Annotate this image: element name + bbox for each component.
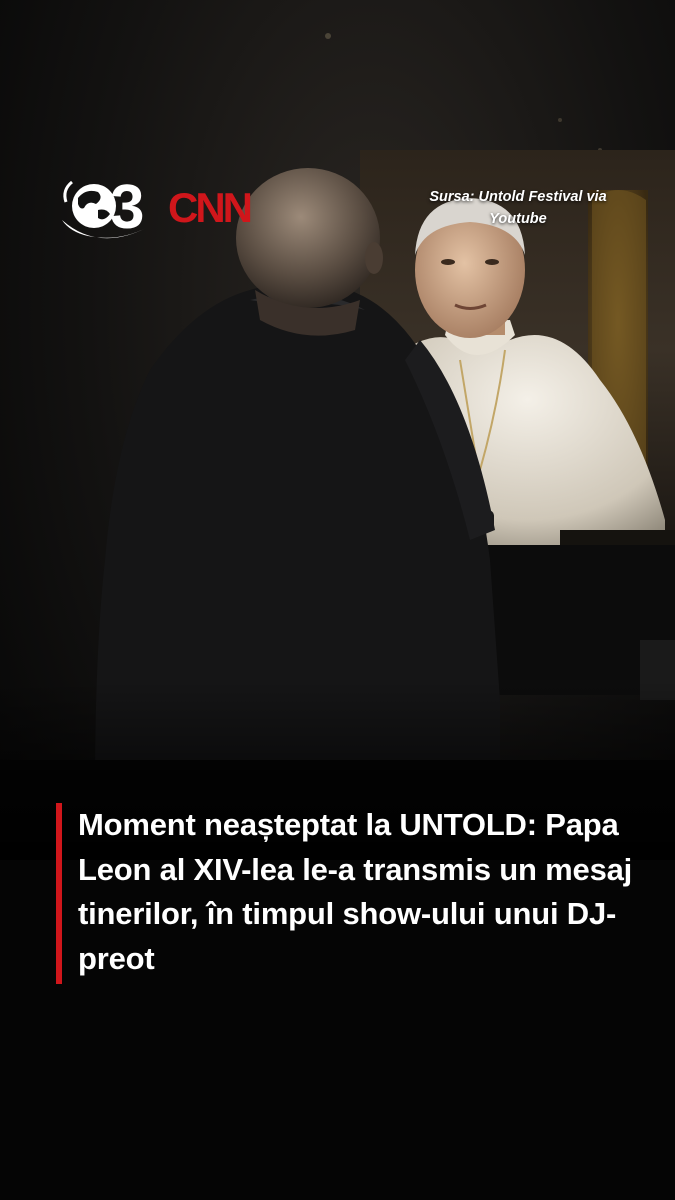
headline-accent-bar [56, 803, 62, 984]
antena3-cnn-logo: 3 CNN [62, 173, 254, 242]
headline: Moment neașteptat la UNTOLD: Papa Leon a… [78, 807, 633, 976]
network-name: CNN [168, 184, 251, 231]
channel-number: 3 [110, 173, 144, 242]
source-credit: Sursa: Untold Festival via Youtube [429, 189, 607, 227]
